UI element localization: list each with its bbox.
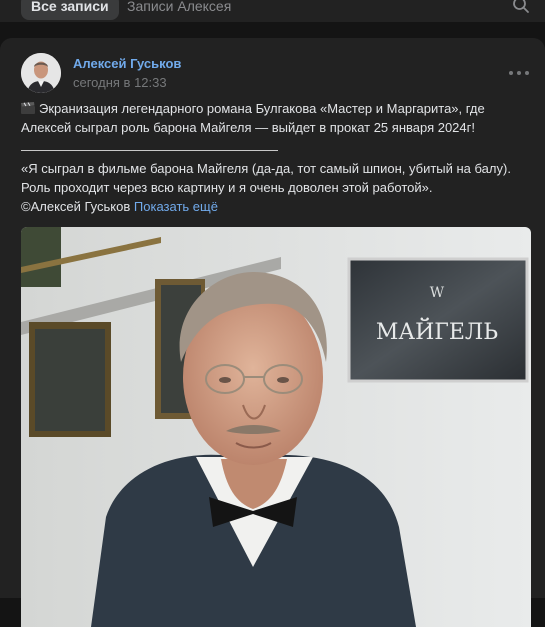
post-photo[interactable]: W МАЙГЕЛЬ — [21, 227, 531, 627]
quote-line: «Я сыграл в фильме барона Майгеля (да-да… — [21, 161, 511, 176]
post-author-link[interactable]: Алексей Гуськов — [73, 56, 181, 71]
show-more-link[interactable]: Показать ещё — [134, 199, 218, 214]
wall-tabs: Все записи Записи Алексея — [0, 0, 545, 22]
more-dots-icon[interactable] — [508, 63, 530, 83]
clapperboard-icon — [21, 102, 35, 114]
tab-all-posts[interactable]: Все записи — [21, 0, 119, 20]
quote-line: Роль проходит через всю картину и я очен… — [21, 180, 433, 195]
post-text-line: Экранизация легендарного романа Булгаков… — [21, 101, 485, 135]
copyright-text: ©Алексей Гуськов — [21, 199, 131, 214]
post-card: Алексей Гуськов сегодня в 12:33 Экраниза… — [0, 38, 545, 627]
tab-owner-posts[interactable]: Записи Алексея — [127, 0, 231, 20]
post-time[interactable]: сегодня в 12:33 — [73, 75, 167, 90]
sign-letter: W — [430, 285, 445, 301]
text-divider — [21, 150, 278, 151]
search-icon[interactable] — [512, 0, 530, 14]
sign-name: МАЙГЕЛЬ — [376, 317, 498, 345]
post-quote: «Я сыграл в фильме барона Майгеля (да-да… — [21, 159, 526, 216]
avatar[interactable] — [21, 53, 61, 93]
post-text: Экранизация легендарного романа Булгаков… — [21, 99, 526, 137]
